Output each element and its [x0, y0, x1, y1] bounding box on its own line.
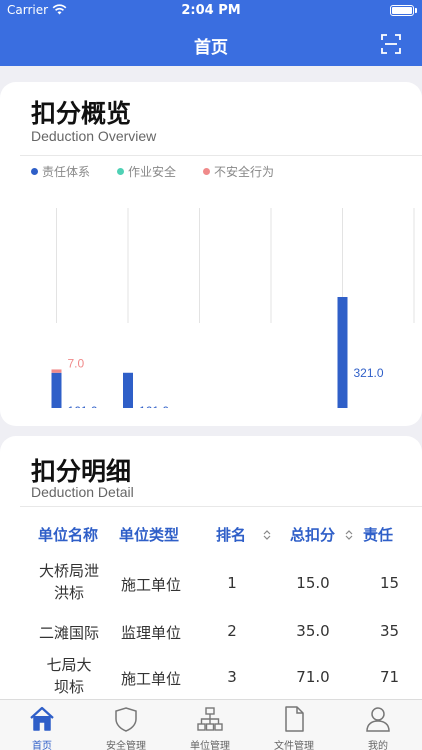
- tab-units[interactable]: 单位管理: [168, 700, 252, 750]
- overview-card: 扣分概览 Deduction Overview 责任体系 作业安全 不安全行为 …: [0, 82, 422, 426]
- cell-unit-type: 监理单位: [120, 624, 181, 642]
- table-row[interactable]: 二滩国际 监理单位 2 35.0 35: [0, 618, 422, 644]
- legend-item-responsibility[interactable]: 责任体系: [31, 163, 90, 180]
- col-total-deduction[interactable]: 总扣分: [290, 524, 335, 545]
- chart-bar: [51, 372, 62, 408]
- deduction-bar-chart[interactable]: 161.07.0西北院161.0北京院35.0二滩国际71.0七局大坝标321.…: [0, 208, 422, 408]
- tab-bar: 首页 安全管理 单位管理 文件管理 我的: [0, 699, 422, 750]
- legend-dot-icon: [117, 168, 124, 175]
- battery-tip: [415, 8, 417, 13]
- tab-home[interactable]: 首页: [0, 700, 84, 750]
- shield-icon: [115, 707, 137, 732]
- chart-data-label: 161.0: [139, 404, 169, 408]
- cell-line: 坝标: [53, 678, 84, 696]
- overview-subtitle: Deduction Overview: [31, 128, 157, 144]
- cell-unit-name: 七局大 坝标: [30, 654, 108, 698]
- cell-unit-type: 施工单位: [120, 576, 181, 594]
- legend-label: 作业安全: [128, 165, 177, 179]
- cell-total: 35.0: [296, 622, 330, 640]
- tab-safety[interactable]: 安全管理: [84, 700, 168, 750]
- overview-divider: [20, 155, 422, 156]
- col-unit-type[interactable]: 单位类型: [119, 524, 179, 545]
- document-icon: [285, 706, 304, 732]
- chart-data-label: 321.0: [354, 366, 384, 380]
- cell-responsibility: 71: [380, 668, 400, 686]
- sort-total-icon[interactable]: [344, 529, 354, 541]
- cell-total: 15.0: [296, 574, 330, 592]
- cell-total: 71.0: [296, 668, 330, 686]
- cell-responsibility: 35: [380, 622, 400, 640]
- org-chart-icon: [197, 707, 223, 731]
- scan-icon[interactable]: [380, 33, 402, 55]
- legend-label: 责任体系: [42, 165, 91, 179]
- legend-label: 不安全行为: [214, 165, 275, 179]
- legend-dot-icon: [203, 168, 210, 175]
- detail-title: 扣分明细: [31, 457, 132, 486]
- detail-card: 扣分明细 Deduction Detail 单位名称 单位类型 排名 总扣分 责…: [0, 436, 422, 736]
- chart-bar: [123, 372, 133, 408]
- cell-line: 二滩国际: [38, 624, 99, 642]
- col-responsibility[interactable]: 责任: [363, 524, 393, 545]
- chart-data-label: 7.0: [68, 356, 85, 370]
- cell-rank: 1: [227, 574, 237, 592]
- table-row[interactable]: 大桥局泄 洪标 施工单位 1 15.0 15: [0, 560, 422, 606]
- tab-files[interactable]: 文件管理: [252, 700, 336, 750]
- cell-line: 洪标: [53, 584, 84, 602]
- detail-divider: [20, 506, 422, 507]
- cell-line: 大桥局泄: [38, 562, 99, 580]
- home-icon: [30, 706, 54, 731]
- tab-label: 单位管理: [190, 741, 230, 750]
- legend-item-unsafe-behavior[interactable]: 不安全行为: [203, 163, 274, 180]
- cell-responsibility: 15: [380, 574, 400, 592]
- page-title: 首页: [194, 38, 228, 58]
- clock: 2:04 PM: [181, 3, 241, 18]
- chart-bar: [51, 369, 62, 373]
- cell-rank: 2: [227, 622, 237, 640]
- tab-label: 首页: [32, 741, 52, 750]
- cell-unit-name: 大桥局泄 洪标: [30, 560, 108, 604]
- status-bar: Carrier 2:04 PM: [0, 0, 422, 22]
- cell-line: 七局大: [46, 656, 92, 674]
- table-row[interactable]: 七局大 坝标 施工单位 3 71.0 71: [0, 654, 422, 700]
- legend-dot-icon: [31, 168, 38, 175]
- battery-icon: [390, 5, 414, 16]
- user-icon: [366, 707, 390, 732]
- detail-subtitle: Deduction Detail: [31, 484, 134, 500]
- chart-data-label: 161.0: [68, 404, 98, 408]
- col-unit-name[interactable]: 单位名称: [38, 524, 98, 545]
- overview-title: 扣分概览: [31, 99, 132, 128]
- cell-unit-type: 施工单位: [120, 670, 181, 688]
- tab-label: 安全管理: [106, 741, 146, 750]
- sort-rank-icon[interactable]: [262, 529, 272, 541]
- cell-rank: 3: [227, 668, 237, 686]
- col-rank[interactable]: 排名: [216, 524, 246, 545]
- tab-profile[interactable]: 我的: [336, 700, 420, 750]
- legend-item-operation-safety[interactable]: 作业安全: [117, 163, 176, 180]
- tab-label: 我的: [368, 741, 388, 750]
- nav-bar: 首页: [0, 22, 422, 66]
- chart-bar: [337, 297, 348, 408]
- chart-canvas: 161.07.0西北院161.0北京院35.0二滩国际71.0七局大坝标321.…: [51, 208, 415, 408]
- tab-label: 文件管理: [274, 741, 314, 750]
- cell-unit-name: 二滩国际: [30, 622, 108, 644]
